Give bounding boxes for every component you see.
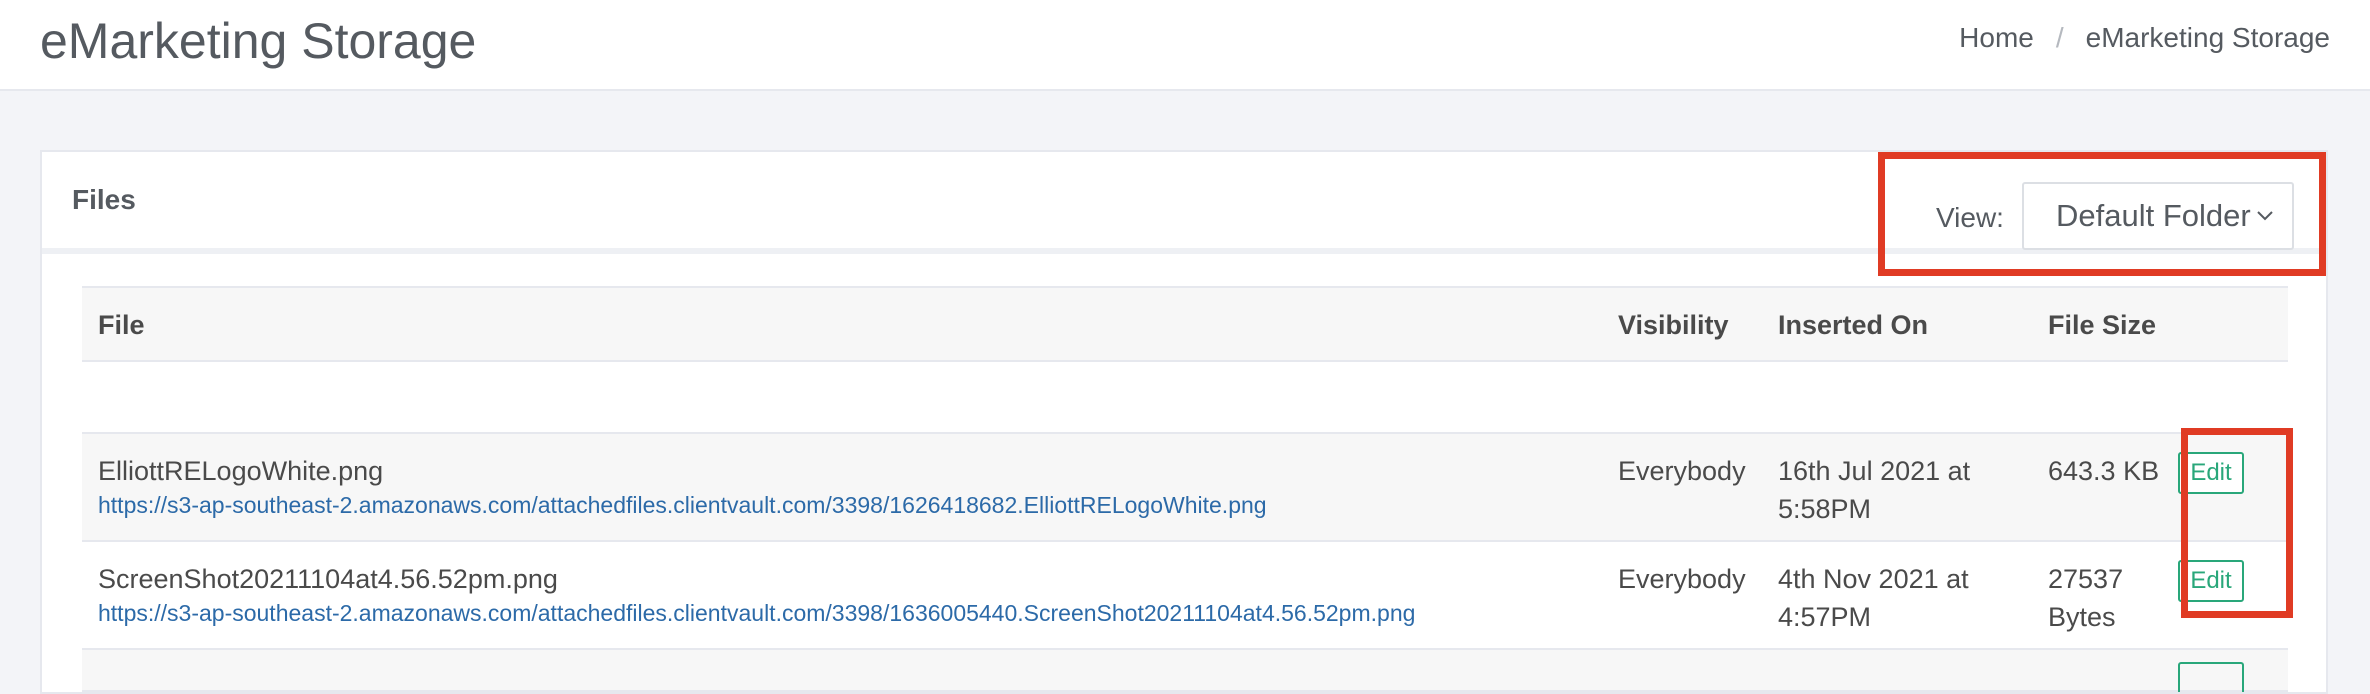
file-size: 643.3 KB <box>2048 456 2160 486</box>
file-name: ScreenShot20211104at4.56.52pm.png <box>98 564 558 594</box>
table-spacer-row <box>82 362 2288 434</box>
file-inserted-on: 4th Nov 2021 at 4:57PM <box>1778 564 1969 632</box>
top-bar: eMarketing Storage Home / eMarketing Sto… <box>0 0 2370 91</box>
edit-button[interactable] <box>2178 662 2244 692</box>
file-inserted-on: 16th Jul 2021 at 5:58PM <box>1778 456 1971 524</box>
page-title: eMarketing Storage <box>40 13 477 69</box>
view-select-highlight-box <box>1878 152 2326 276</box>
table-row: ScreenShot20211104at4.56.52pm.png https:… <box>82 542 2288 650</box>
edit-buttons-highlight-box <box>2181 428 2293 618</box>
column-header-file-size: File Size <box>2048 310 2157 340</box>
breadcrumb-separator: / <box>2055 22 2064 53</box>
file-name: ElliottRELogoWhite.png <box>98 456 384 486</box>
breadcrumb-current: eMarketing Storage <box>2085 22 2330 53</box>
breadcrumb: Home / eMarketing Storage <box>1959 18 2330 58</box>
table-row: ElliottRELogoWhite.png https://s3-ap-sou… <box>82 434 2288 542</box>
files-table: File Visibility Inserted On File Size El… <box>82 286 2288 692</box>
file-size: 27537 Bytes <box>2048 564 2124 632</box>
file-url-link[interactable]: https://s3-ap-southeast-2.amazonaws.com/… <box>98 492 1267 519</box>
file-visibility: Everybody <box>1618 564 1746 594</box>
table-row <box>82 650 2288 692</box>
table-header: File Visibility Inserted On File Size <box>82 286 2288 362</box>
breadcrumb-home-link[interactable]: Home <box>1959 18 2034 58</box>
file-visibility: Everybody <box>1618 456 1746 486</box>
column-header-visibility: Visibility <box>1618 310 1729 340</box>
file-url-link[interactable]: https://s3-ap-southeast-2.amazonaws.com/… <box>98 600 1415 627</box>
files-card-title: Files <box>72 184 136 215</box>
column-header-file: File <box>98 310 145 340</box>
column-header-inserted-on: Inserted On <box>1778 310 1929 340</box>
